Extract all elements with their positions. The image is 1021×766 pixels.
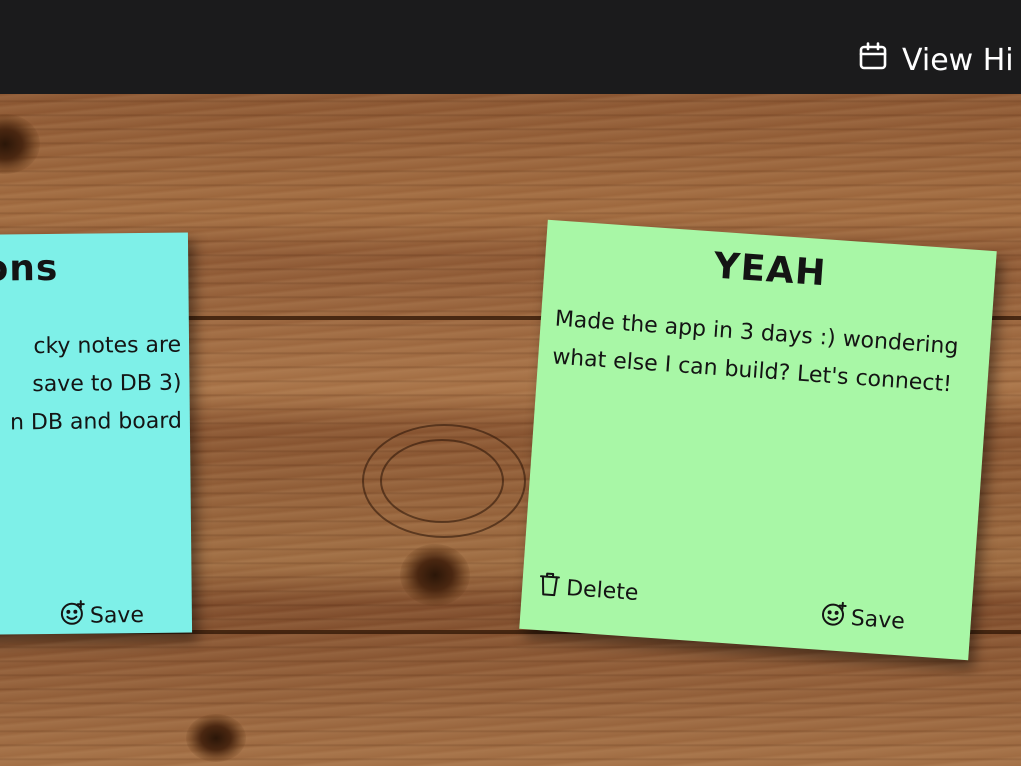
save-button[interactable]: Save [60,599,144,632]
smiley-plus-icon [60,600,86,632]
wood-grain-ring [380,439,504,523]
note-body[interactable]: cky notes are save to DB 3) n DB and boa… [0,327,182,444]
save-button[interactable]: Save [820,600,906,638]
note-body-line: cky notes are [33,332,182,360]
smiley-plus-icon [820,600,848,634]
save-label: Save [89,602,145,629]
view-history-label: View Hi [902,42,1014,78]
wood-knot [186,714,246,762]
top-bar: View Hi [0,0,1021,94]
note-body-line: n DB and board [9,408,183,436]
delete-label: Delete [565,575,640,606]
note-title: ions [0,247,59,290]
note-body-line: save to DB 3) [32,370,182,398]
delete-button[interactable]: Delete [535,570,639,609]
wood-knot [0,114,40,174]
sticky-note[interactable]: YEAH Made the app in 3 days :) wondering… [519,219,997,661]
calendar-icon [858,41,888,79]
sticky-note[interactable]: ions cky notes are save to DB 3) n DB an… [0,232,193,636]
note-body[interactable]: Made the app in 3 days :) wondering what… [551,301,985,407]
wood-knot [400,544,470,606]
view-history-button[interactable]: View Hi [858,40,1014,80]
trash-icon [535,570,563,604]
save-label: Save [849,605,906,635]
